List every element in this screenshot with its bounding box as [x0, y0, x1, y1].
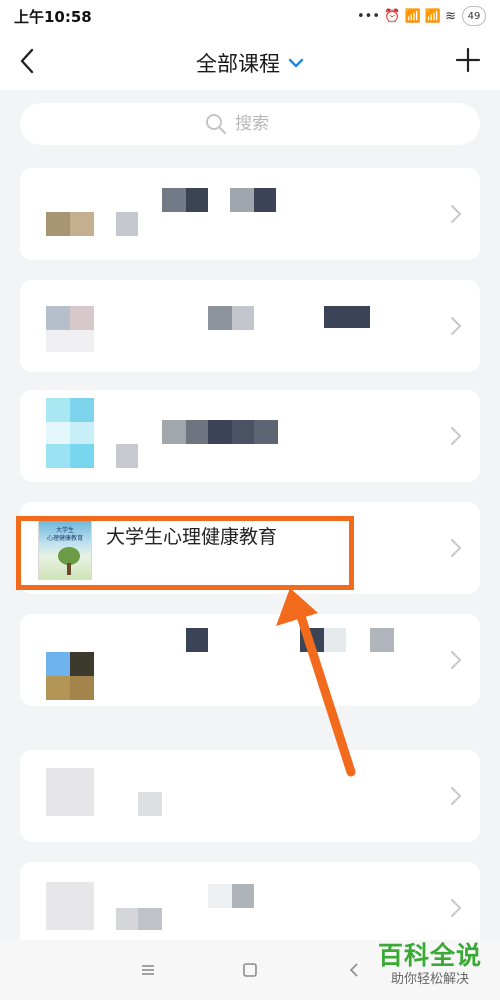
home-icon — [243, 963, 257, 977]
course-cover-blurred — [46, 768, 94, 816]
nav-back-button[interactable] — [342, 958, 366, 982]
course-cover-blurred — [46, 330, 94, 352]
chevron-down-icon — [288, 58, 304, 68]
course-cover-blurred — [70, 444, 94, 468]
course-card[interactable] — [20, 168, 480, 260]
course-title-blurred — [324, 628, 346, 652]
search-bar[interactable] — [20, 103, 480, 145]
course-title-blurred — [162, 188, 186, 212]
add-course-button[interactable] — [454, 46, 482, 74]
annotation-highlight-box — [16, 516, 354, 590]
course-cover-blurred — [70, 676, 94, 700]
course-title-blurred — [186, 628, 208, 652]
course-title-blurred — [232, 884, 254, 908]
chevron-right-icon — [451, 539, 462, 557]
course-cover-blurred — [70, 422, 94, 444]
course-card[interactable] — [20, 614, 480, 706]
course-title-blurred — [208, 420, 232, 444]
course-cover-blurred — [46, 422, 70, 444]
course-teacher-blurred — [138, 908, 162, 930]
course-title-blurred — [208, 884, 232, 908]
status-time: 上午10:58 — [14, 7, 92, 26]
course-cover-blurred — [46, 882, 94, 930]
course-title-blurred — [370, 628, 394, 652]
chevron-right-icon — [451, 787, 462, 805]
course-title-blurred — [232, 420, 254, 444]
chevron-right-icon — [451, 427, 462, 445]
course-cover-blurred — [70, 652, 94, 676]
course-cover-blurred — [46, 212, 70, 236]
course-cover-blurred — [46, 652, 70, 676]
chevron-right-icon — [451, 651, 462, 669]
course-teacher-blurred — [138, 792, 162, 816]
watermark-title: 百科全说 — [377, 941, 482, 970]
signal-icons: ••• ⏰ 📶 📶 ≋ — [357, 8, 456, 24]
menu-icon — [142, 965, 154, 975]
chevron-right-icon — [451, 317, 462, 335]
course-teacher-blurred — [116, 908, 138, 930]
course-title-blurred — [232, 306, 254, 330]
course-title-blurred — [254, 188, 276, 212]
course-title-blurred — [162, 420, 186, 444]
page-title: 全部课程 — [196, 52, 280, 76]
course-teacher-blurred — [116, 212, 138, 236]
course-cover-blurred — [46, 306, 70, 330]
menu-button[interactable] — [136, 958, 160, 982]
course-card[interactable] — [20, 390, 480, 482]
course-cover-blurred — [46, 444, 70, 468]
course-title-blurred — [324, 306, 370, 328]
app-header: 全部课程 — [0, 32, 500, 90]
back-triangle-icon — [349, 963, 358, 977]
chevron-right-icon — [451, 205, 462, 223]
annotation-arrow — [276, 588, 356, 777]
course-teacher-blurred — [116, 444, 138, 468]
course-cover-blurred — [46, 398, 70, 422]
watermark: 百科全说 助你轻松解决 — [372, 940, 488, 988]
course-card[interactable] — [20, 280, 480, 372]
chevron-right-icon — [451, 899, 462, 917]
search-icon — [206, 114, 226, 134]
course-cover-blurred — [46, 676, 70, 700]
course-title-blurred — [208, 306, 232, 330]
watermark-subtitle: 助你轻松解决 — [390, 972, 469, 987]
search-input[interactable] — [235, 114, 295, 134]
course-title-blurred — [230, 188, 254, 212]
status-bar: 上午10:58 ••• ⏰ 📶 📶 ≋ 49 — [0, 0, 500, 32]
course-cover-blurred — [70, 212, 94, 236]
course-cover-blurred — [70, 306, 94, 330]
course-title-blurred — [186, 420, 208, 444]
course-cover-blurred — [70, 398, 94, 422]
course-title-blurred — [300, 628, 324, 652]
home-button[interactable] — [238, 958, 262, 982]
battery-icon: 49 — [462, 6, 486, 26]
plus-icon — [455, 47, 481, 73]
course-title-blurred — [254, 420, 278, 444]
status-indicators: ••• ⏰ 📶 📶 ≋ 49 — [357, 6, 486, 26]
course-filter-dropdown[interactable]: 全部课程 — [0, 48, 500, 78]
course-card[interactable] — [20, 750, 480, 842]
course-title-blurred — [186, 188, 208, 212]
